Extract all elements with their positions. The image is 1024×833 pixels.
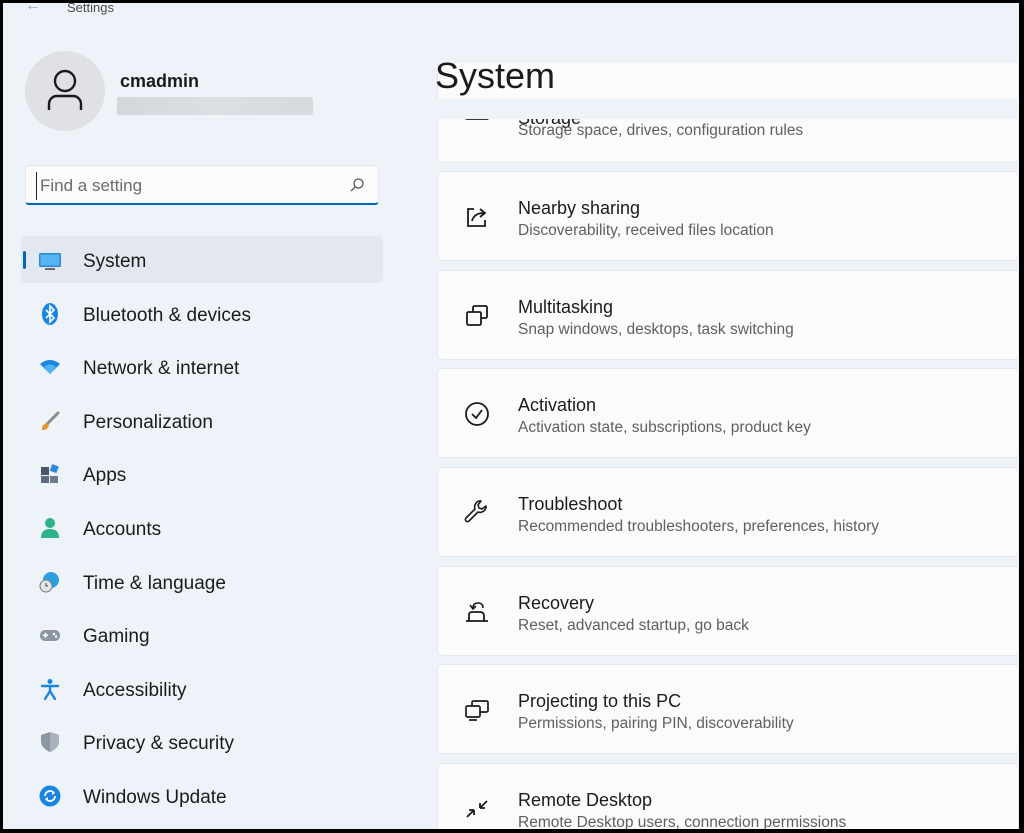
- card-title: Multitasking: [518, 297, 614, 317]
- scroll-mask: [437, 99, 1019, 119]
- sidebar-item-network[interactable]: Network & internet: [21, 343, 383, 390]
- sidebar-item-label: Apps: [83, 465, 127, 487]
- card-multitasking[interactable]: Multitasking Snap windows, desktops, tas…: [437, 270, 1019, 360]
- monitor-icon: [39, 253, 61, 270]
- search-icon[interactable]: [349, 177, 365, 193]
- card-recovery[interactable]: Recovery Reset, advanced startup, go bac…: [437, 566, 1019, 656]
- sidebar-item-time-language[interactable]: Time & language: [21, 558, 383, 605]
- wrench-icon: [464, 500, 487, 523]
- sidebar-item-label: Network & internet: [83, 358, 240, 380]
- multitasking-icon: [466, 305, 488, 326]
- card-title: Recovery: [518, 593, 595, 613]
- selection-indicator: [23, 251, 26, 269]
- card-description: Recommended troubleshooters, preferences…: [518, 518, 879, 535]
- username: cmadmin: [120, 71, 200, 91]
- sidebar-item-label: Privacy & security: [83, 733, 234, 755]
- card-title: Projecting to this PC: [518, 691, 682, 711]
- card-remote-desktop[interactable]: Remote Desktop Remote Desktop users, con…: [437, 763, 1019, 829]
- card-description: Reset, advanced startup, go back: [518, 617, 749, 634]
- sidebar-item-gaming[interactable]: Gaming: [21, 611, 383, 658]
- sidebar-item-label: System: [83, 251, 147, 272]
- shield-icon: [41, 732, 59, 753]
- share-icon: [467, 208, 487, 227]
- brush-icon: [42, 411, 60, 430]
- system-settings-list: Storage Storage space, drives, configura…: [437, 63, 1019, 829]
- sidebar-item-label: Accounts: [83, 518, 162, 540]
- card-description: Remote Desktop users, connection permiss…: [518, 814, 847, 829]
- card-nearby-sharing[interactable]: Nearby sharing Discoverability, received…: [437, 171, 1019, 261]
- wifi-icon: [40, 360, 60, 375]
- search-input[interactable]: [36, 172, 342, 200]
- sidebar-item-label: Windows Update: [83, 786, 227, 808]
- card-description: Permissions, pairing PIN, discoverabilit…: [518, 715, 794, 732]
- card-title: Remote Desktop: [518, 790, 653, 810]
- sidebar-item-windows-update[interactable]: Windows Update: [21, 772, 383, 819]
- apps-icon: [41, 464, 59, 484]
- search-box: [25, 165, 379, 205]
- card-projecting[interactable]: Projecting to this PC Permissions, pairi…: [437, 664, 1019, 754]
- card-troubleshoot[interactable]: Troubleshoot Recommended troubleshooters…: [437, 467, 1019, 557]
- sidebar-item-label: Personalization: [83, 411, 213, 433]
- sidebar-item-accounts[interactable]: Accounts: [21, 504, 383, 551]
- remote-desktop-icon: [466, 800, 488, 818]
- settings-window: ← Settings cmadmin System: [3, 3, 1019, 829]
- sidebar-nav: System Bluetooth & devices Network & int…: [21, 236, 383, 826]
- sidebar-item-label: Gaming: [83, 626, 150, 648]
- card-description: Activation state, subscriptions, product…: [518, 419, 811, 436]
- sidebar-item-bluetooth[interactable]: Bluetooth & devices: [21, 290, 383, 337]
- globe-clock-icon: [39, 571, 59, 593]
- card-description: Snap windows, desktops, task switching: [518, 321, 794, 338]
- gamepad-icon: [40, 630, 60, 642]
- redacted-email: [117, 97, 313, 115]
- update-icon: [39, 785, 61, 807]
- back-arrow-icon[interactable]: ←: [25, 3, 41, 15]
- bluetooth-icon: [42, 302, 58, 325]
- check-circle-icon: [465, 402, 489, 426]
- projecting-icon: [465, 700, 489, 721]
- card-title: Activation: [518, 395, 597, 415]
- sidebar-item-label: Bluetooth & devices: [83, 304, 251, 326]
- card-title: Nearby sharing: [518, 198, 641, 218]
- sidebar-item-label: Accessibility: [83, 679, 187, 701]
- card-activation[interactable]: Activation Activation state, subscriptio…: [437, 368, 1019, 458]
- sidebar-item-system[interactable]: System: [21, 236, 383, 283]
- app-title: Settings: [67, 3, 114, 15]
- card-description: Discoverability, received files location: [518, 222, 774, 239]
- sidebar-item-accessibility[interactable]: Accessibility: [21, 665, 383, 712]
- page-title: System: [435, 55, 556, 96]
- sidebar-item-privacy[interactable]: Privacy & security: [21, 718, 383, 765]
- title-bar: ← Settings: [3, 3, 1019, 17]
- card-title: Troubleshoot: [518, 494, 623, 514]
- avatar[interactable]: [25, 51, 105, 131]
- person-icon: [47, 69, 83, 110]
- person-icon: [41, 517, 59, 538]
- sidebar-item-apps[interactable]: Apps: [21, 450, 383, 497]
- sidebar-item-label: Time & language: [83, 572, 226, 594]
- accessibility-icon: [40, 678, 60, 700]
- recovery-icon: [466, 602, 488, 622]
- card-description: Storage space, drives, configuration rul…: [518, 122, 804, 139]
- sidebar-item-personalization[interactable]: Personalization: [21, 397, 383, 444]
